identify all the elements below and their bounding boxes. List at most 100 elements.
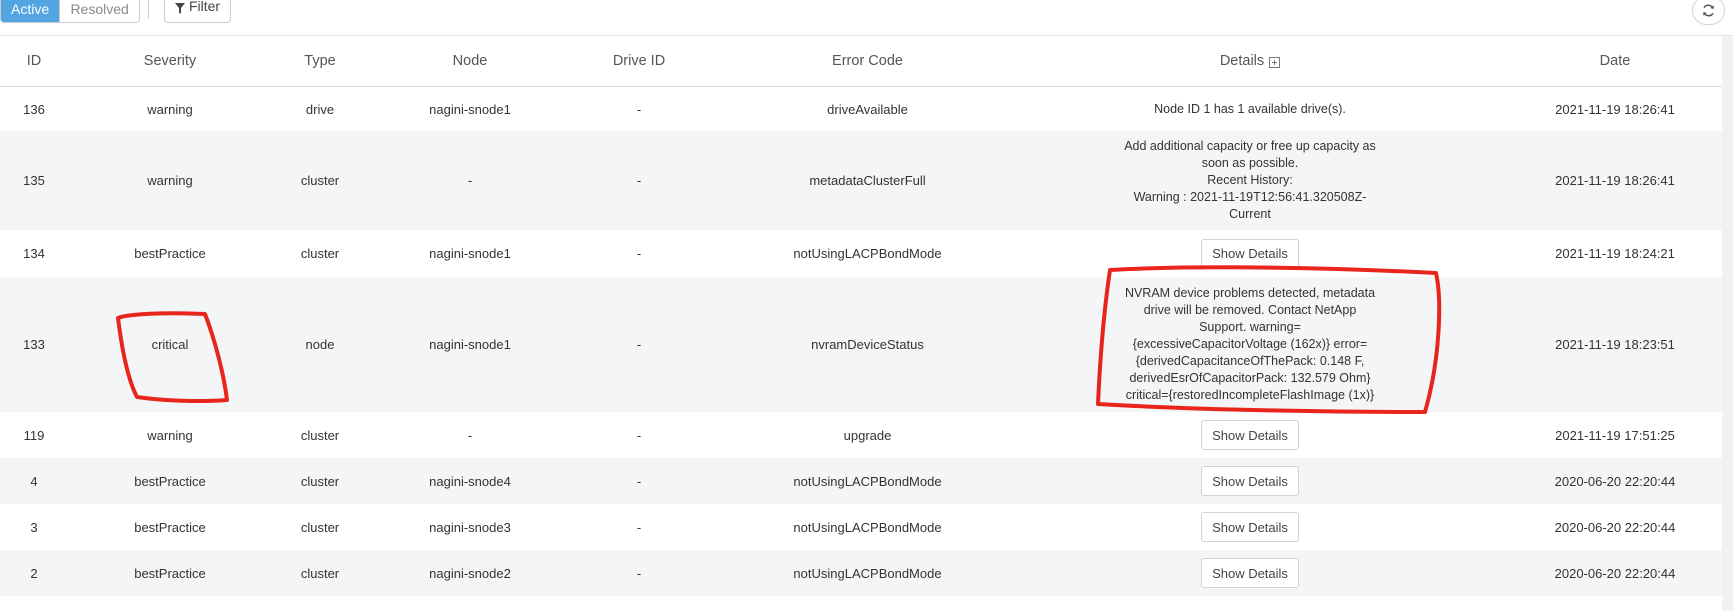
table-header: ID Severity Type Node Drive ID Error Cod… <box>0 36 1733 86</box>
active-tab[interactable]: Active <box>1 0 60 22</box>
row-type: drive <box>305 101 335 117</box>
row-drive-id: - <box>636 173 642 188</box>
details-text: Add additional capacity or free up capac… <box>1124 138 1376 223</box>
row-drive-id: - <box>636 246 642 261</box>
row-id: 4 <box>30 473 38 489</box>
row-id: 135 <box>23 173 45 188</box>
row-severity: bestPractice <box>134 519 206 535</box>
header-details[interactable]: Details <box>1100 36 1400 86</box>
row-error-code: nvramDeviceStatus <box>811 337 924 352</box>
show-details-button[interactable]: Show Details <box>1201 238 1299 269</box>
row-details: NVRAM device problems detected, metadata… <box>1100 277 1400 412</box>
table-row[interactable]: 3 bestPractice cluster nagini-snode3 - notUsi… <box>0 504 1733 550</box>
table-row[interactable]: 4 bestPractice cluster nagini-snode4 - notUsi… <box>0 458 1733 504</box>
toolbar-divider <box>148 0 149 19</box>
show-details-button[interactable]: Show Details <box>1201 420 1299 450</box>
details-line: Support. warning= <box>1199 320 1301 334</box>
table-row[interactable]: 134 bestPractice cluster nagini-snode1 - notU… <box>0 230 1733 277</box>
plus-square-icon[interactable] <box>1269 56 1281 68</box>
row-error-code: notUsingLACPBondMode <box>793 519 942 535</box>
table-row[interactable]: 2 bestPractice cluster nagini-snode2 - notUsi… <box>0 550 1733 596</box>
row-severity: warning <box>147 101 193 117</box>
row-id: 119 <box>23 427 45 443</box>
header-node[interactable]: Node <box>390 36 550 86</box>
header-date[interactable]: Date <box>1530 36 1700 86</box>
row-error-code: notUsingLACPBondMode <box>793 565 942 581</box>
header-id[interactable]: ID <box>0 36 68 86</box>
row-date: 2021-11-19 18:24:21 <box>1555 246 1675 261</box>
row-date: 2020-06-20 22:20:44 <box>1554 565 1676 581</box>
row-node: nagini-snode4 <box>429 473 511 489</box>
row-node: - <box>467 427 473 443</box>
row-severity: warning <box>147 427 193 443</box>
refresh-button[interactable] <box>1692 0 1725 25</box>
details-line: Recent History: <box>1207 173 1293 187</box>
row-type: cluster <box>300 473 340 489</box>
filter-button[interactable]: Filter <box>164 0 231 23</box>
details-line: {derivedCapacitanceOfThePack: 0.148 F, <box>1135 354 1365 368</box>
details-line: derivedEsrOfCapacitorPack: 132.579 Ohm} <box>1129 371 1371 385</box>
show-details-button[interactable]: Show Details <box>1201 512 1299 542</box>
row-node: nagini-snode3 <box>429 519 511 535</box>
row-drive-id: - <box>636 101 642 117</box>
row-drive-id: - <box>636 427 642 443</box>
show-details-button[interactable]: Show Details <box>1201 466 1299 496</box>
table-row[interactable]: 119 warning cluster - - upgrade Show Details 20… <box>0 412 1733 458</box>
details-line: {excessiveCapacitorVoltage (162x)} error… <box>1132 337 1368 351</box>
alerts-toolbar: Active Resolved Filter <box>0 0 1733 33</box>
table-row[interactable]: 136 warning drive nagini-snode1 - driveAvaila… <box>0 87 1733 131</box>
header-type[interactable]: Type <box>270 36 370 86</box>
table-row[interactable]: 133 critical node nagini-snode1 - nvramDevice… <box>0 277 1733 412</box>
row-severity: bestPractice <box>134 246 206 261</box>
row-id: 3 <box>30 519 38 535</box>
row-details: Show Details <box>1100 458 1400 504</box>
header-severity[interactable]: Severity <box>100 36 240 86</box>
row-date: 2021-11-19 18:23:51 <box>1555 337 1675 352</box>
table-row[interactable]: 135 warning cluster - - metadataClusterFull Ad… <box>0 131 1733 230</box>
row-id: 2 <box>30 565 38 581</box>
row-details: Show Details <box>1100 412 1400 458</box>
row-details: Add additional capacity or free up capac… <box>1100 131 1400 230</box>
scrollbar[interactable] <box>1722 36 1733 611</box>
row-date: 2020-06-20 22:20:44 <box>1554 519 1676 535</box>
row-error-code: notUsingLACPBondMode <box>793 246 942 261</box>
row-node: nagini-snode1 <box>429 246 511 261</box>
row-type: cluster <box>300 173 340 188</box>
row-drive-id: - <box>636 565 642 581</box>
row-id: 133 <box>23 337 45 352</box>
details-line: drive will be removed. Contact NetApp <box>1143 303 1357 317</box>
details-line: soon as possible. <box>1201 156 1299 170</box>
filter-label: Filter <box>188 0 221 14</box>
row-node: - <box>467 173 473 188</box>
row-date: 2021-11-19 18:26:41 <box>1555 173 1675 188</box>
row-date: 2021-11-19 18:26:41 <box>1555 101 1675 117</box>
details-line: NVRAM device problems detected, metadata <box>1124 286 1376 300</box>
header-drive-id[interactable]: Drive ID <box>580 36 698 86</box>
row-details: Show Details <box>1100 550 1400 596</box>
header-error-code[interactable]: Error Code <box>740 36 995 86</box>
resolved-tab[interactable]: Resolved <box>59 0 140 22</box>
row-error-code: upgrade <box>843 427 892 443</box>
row-severity: warning <box>147 173 193 188</box>
row-severity: critical <box>151 337 189 352</box>
row-date: 2021-11-19 17:51:25 <box>1555 427 1675 443</box>
details-line: Add additional capacity or free up capac… <box>1124 139 1376 153</box>
show-details-button[interactable]: Show Details <box>1201 558 1299 588</box>
row-node: nagini-snode1 <box>429 101 511 117</box>
row-node: nagini-snode2 <box>429 565 511 581</box>
details-text: Node ID 1 has 1 available drive(s). <box>1154 101 1346 116</box>
row-severity: bestPractice <box>134 473 206 489</box>
row-date: 2020-06-20 22:20:44 <box>1554 473 1676 489</box>
row-error-code: driveAvailable <box>827 101 908 117</box>
row-error-code: notUsingLACPBondMode <box>793 473 942 489</box>
refresh-icon <box>1703 4 1714 17</box>
row-details: Node ID 1 has 1 available drive(s). <box>1100 87 1400 131</box>
details-line: critical={restoredIncompleteFlashImage (… <box>1125 388 1375 402</box>
row-drive-id: - <box>636 473 642 489</box>
details-line: Warning : 2021-11-19T12:56:41.320508Z- <box>1133 190 1367 204</box>
row-severity: bestPractice <box>134 565 206 581</box>
row-details: Show Details <box>1100 230 1400 277</box>
row-type: cluster <box>300 427 340 443</box>
header-details-label: Details <box>1219 53 1265 69</box>
row-type: cluster <box>300 519 340 535</box>
